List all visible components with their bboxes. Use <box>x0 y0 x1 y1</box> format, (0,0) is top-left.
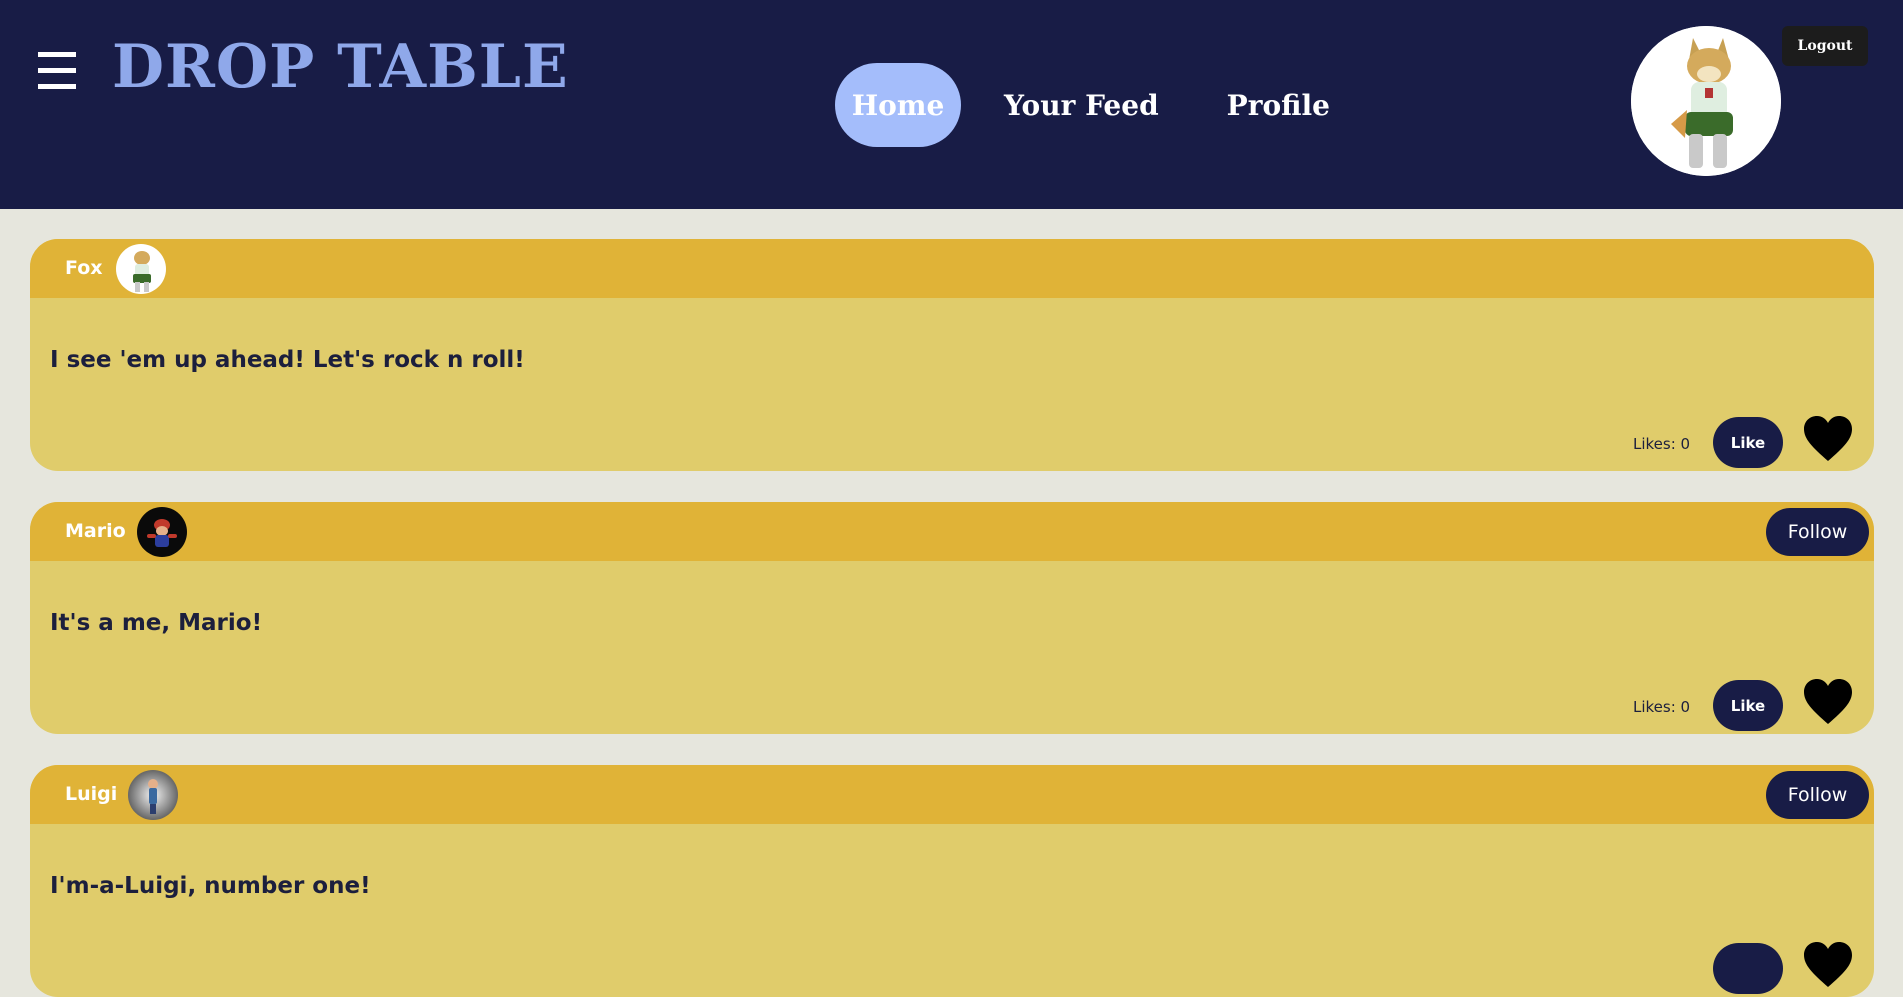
likes-count: Likes: 0 <box>1633 435 1691 453</box>
mario-avatar-icon <box>137 507 187 557</box>
user-avatar[interactable] <box>1631 26 1781 176</box>
nav-home-link[interactable]: Home <box>835 63 961 147</box>
main-nav: Home Your Feed Profile <box>835 63 1330 147</box>
hamburger-menu-icon[interactable] <box>38 48 76 92</box>
post-author-avatar[interactable] <box>137 507 187 557</box>
nav-profile-link[interactable]: Profile <box>1227 63 1330 147</box>
post-header: Mario Follow <box>30 502 1874 561</box>
like-button[interactable]: Like <box>1713 680 1783 731</box>
heart-icon[interactable] <box>1802 678 1854 726</box>
post-card: Luigi Follow I'm-a-Luigi, number one! <box>30 765 1874 997</box>
post-author-name[interactable]: Luigi <box>65 783 117 805</box>
nav-your-feed-link[interactable]: Your Feed <box>1004 63 1159 147</box>
post-author-name[interactable]: Fox <box>65 257 103 279</box>
post-card: Fox I see 'em up ahead! Let's rock n rol… <box>30 239 1874 471</box>
post-text: It's a me, Mario! <box>50 610 263 636</box>
follow-button[interactable]: Follow <box>1766 508 1869 556</box>
post-author-name[interactable]: Mario <box>65 520 126 542</box>
post-card: Mario Follow It's a me, Mario! Likes: 0 … <box>30 502 1874 734</box>
post-text: I see 'em up ahead! Let's rock n roll! <box>50 347 525 373</box>
post-author-avatar[interactable] <box>128 770 178 820</box>
heart-icon[interactable] <box>1802 941 1854 989</box>
like-button[interactable]: Like <box>1713 417 1783 468</box>
heart-icon[interactable] <box>1802 415 1854 463</box>
post-header: Fox <box>30 239 1874 298</box>
fox-avatar-icon <box>1631 26 1781 176</box>
top-navbar: DROP TABLE Home Your Feed Profile Logout <box>0 0 1903 209</box>
likes-count: Likes: 0 <box>1633 698 1691 716</box>
post-text: I'm-a-Luigi, number one! <box>50 873 371 899</box>
brand-title: DROP TABLE <box>112 32 569 102</box>
fox-avatar-icon <box>116 244 166 294</box>
like-button[interactable] <box>1713 943 1783 994</box>
logout-button[interactable]: Logout <box>1782 26 1868 66</box>
luigi-avatar-icon <box>128 770 178 820</box>
follow-button[interactable]: Follow <box>1766 771 1869 819</box>
post-author-avatar[interactable] <box>116 244 166 294</box>
post-header: Luigi Follow <box>30 765 1874 824</box>
